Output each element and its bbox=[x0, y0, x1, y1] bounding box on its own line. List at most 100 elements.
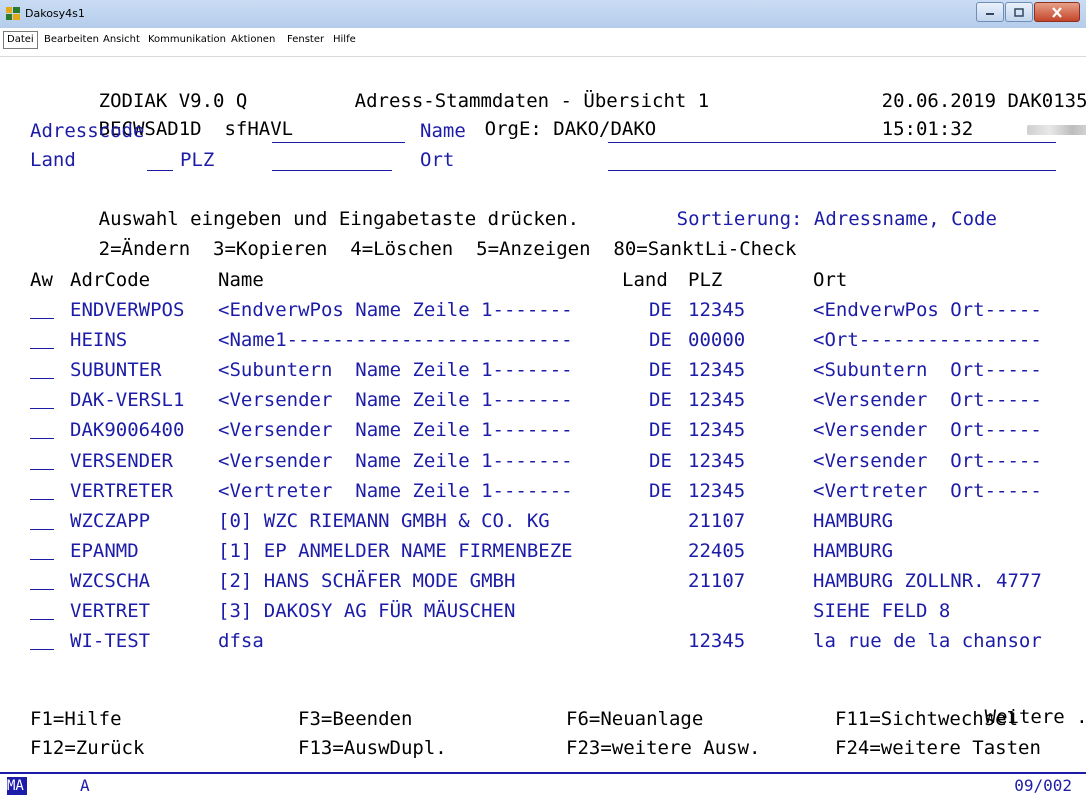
row-ort: <Ort---------------- bbox=[813, 329, 1042, 351]
org-unit: OrgE: DAKO/DAKO bbox=[484, 118, 657, 140]
terminal-window: Dakosy4s1 Datei Bearbeiten Ansicht Kommu… bbox=[0, 0, 1086, 796]
row-ort: HAMBURG ZOLLNR. 4777 bbox=[813, 570, 1042, 592]
land-label: Land bbox=[30, 149, 76, 171]
row-plz: 12345 bbox=[688, 419, 746, 441]
minimize-icon bbox=[986, 13, 994, 15]
menu-ansicht[interactable]: Ansicht bbox=[100, 33, 143, 47]
row-selection-input[interactable] bbox=[30, 619, 54, 620]
row-plz: 12345 bbox=[688, 359, 746, 381]
row-adrcode: SUBUNTER bbox=[70, 359, 162, 381]
title-bar[interactable]: Dakosy4s1 bbox=[0, 0, 1086, 29]
row-name: <Versender Name Zeile 1------- bbox=[218, 450, 573, 472]
fkey-f13[interactable]: F13=AuswDupl. bbox=[298, 737, 447, 759]
row-ort: <Vertreter Ort----- bbox=[813, 480, 1042, 502]
ort-input[interactable] bbox=[608, 170, 1056, 171]
row-adrcode: WZCZAPP bbox=[70, 510, 151, 532]
row-plz: 00000 bbox=[688, 329, 746, 351]
row-land: DE bbox=[649, 389, 672, 411]
fkey-f23[interactable]: F23=weitere Ausw. bbox=[566, 737, 760, 759]
minimize-button[interactable] bbox=[976, 2, 1004, 22]
col-header-ort: Ort bbox=[813, 269, 848, 291]
row-selection-input[interactable] bbox=[30, 499, 54, 500]
row-adrcode: ENDVERWPOS bbox=[70, 299, 185, 321]
menu-hilfe[interactable]: Hilfe bbox=[330, 33, 359, 47]
row-selection-input[interactable] bbox=[30, 348, 54, 349]
action-codes: 2=Ändern 3=Kopieren 4=Löschen 5=Anzeigen… bbox=[98, 238, 797, 260]
row-name: <Versender Name Zeile 1------- bbox=[218, 389, 573, 411]
terminal-screen[interactable]: ZODIAK V9.0 Q Adress-Stammdaten - Übersi… bbox=[0, 57, 1086, 772]
row-adrcode: VERTRET bbox=[70, 600, 151, 622]
close-button[interactable] bbox=[1034, 2, 1080, 22]
row-selection-input[interactable] bbox=[30, 318, 54, 319]
fkey-f6[interactable]: F6=Neuanlage bbox=[566, 708, 703, 730]
row-ort: SIEHE FELD 8 bbox=[813, 600, 951, 622]
row-adrcode: HEINS bbox=[70, 329, 128, 351]
row-name: [2] HANS SCHÄFER MODE GMBH bbox=[218, 570, 516, 592]
row-adrcode: VERTRETER bbox=[70, 480, 173, 502]
col-header-name: Name bbox=[218, 269, 264, 291]
plz-label: PLZ bbox=[180, 149, 215, 171]
menu-bar: Datei Bearbeiten Ansicht Kommunikation A… bbox=[0, 28, 1086, 57]
row-ort: <Versender Ort----- bbox=[813, 419, 1042, 441]
row-selection-input[interactable] bbox=[30, 529, 54, 530]
row-ort: HAMBURG bbox=[813, 510, 894, 532]
row-ort: <Subuntern Ort----- bbox=[813, 359, 1042, 381]
fkey-f24[interactable]: F24=weitere Tasten bbox=[835, 737, 1041, 759]
status-mode: A bbox=[80, 776, 90, 795]
row-land: DE bbox=[649, 329, 672, 351]
row-name: <Versender Name Zeile 1------- bbox=[218, 419, 573, 441]
menu-kommunikation[interactable]: Kommunikation bbox=[145, 33, 229, 47]
row-selection-input[interactable] bbox=[30, 589, 54, 590]
fkey-f1[interactable]: F1=Hilfe bbox=[30, 708, 122, 730]
col-header-aw: Aw bbox=[30, 269, 53, 291]
row-selection-input[interactable] bbox=[30, 649, 54, 650]
fkey-f3[interactable]: F3=Beenden bbox=[298, 708, 412, 730]
fkey-f12[interactable]: F12=Zurück bbox=[30, 737, 144, 759]
row-selection-input[interactable] bbox=[30, 469, 54, 470]
row-name: [0] WZC RIEMANN GMBH & CO. KG bbox=[218, 510, 550, 532]
row-adrcode: DAK9006400 bbox=[70, 419, 185, 441]
row-plz: 12345 bbox=[688, 480, 746, 502]
menu-bearbeiten[interactable]: Bearbeiten bbox=[41, 33, 102, 47]
close-icon bbox=[1052, 6, 1062, 18]
row-plz: 12345 bbox=[688, 389, 746, 411]
row-adrcode: WI-TEST bbox=[70, 630, 151, 652]
col-header-adrcode: AdrCode bbox=[70, 269, 151, 291]
adresscode-input[interactable] bbox=[272, 142, 405, 143]
menu-aktionen[interactable]: Aktionen bbox=[228, 33, 278, 47]
window-title: Dakosy4s1 bbox=[25, 7, 85, 20]
row-land: DE bbox=[649, 480, 672, 502]
row-plz: 22405 bbox=[688, 540, 746, 562]
row-name: <EndverwPos Name Zeile 1------- bbox=[218, 299, 573, 321]
name-input[interactable] bbox=[608, 142, 1056, 143]
menu-datei[interactable]: Datei bbox=[3, 31, 38, 49]
row-plz: 12345 bbox=[688, 299, 746, 321]
plz-input[interactable] bbox=[272, 170, 392, 171]
row-adrcode: WZCSCHA bbox=[70, 570, 151, 592]
row-plz: 12345 bbox=[688, 450, 746, 472]
row-selection-input[interactable] bbox=[30, 559, 54, 560]
fkey-f11[interactable]: F11=Sichtwechsel bbox=[835, 708, 1018, 730]
row-name: [3] DAKOSY AG FÜR MÄUSCHEN bbox=[218, 600, 516, 622]
land-input[interactable] bbox=[147, 170, 173, 171]
adresscode-label: Adresscode bbox=[30, 120, 145, 142]
col-header-plz: PLZ bbox=[688, 269, 723, 291]
row-selection-input[interactable] bbox=[30, 378, 54, 379]
row-ort: <Versender Ort----- bbox=[813, 450, 1042, 472]
row-name: <Subuntern Name Zeile 1------- bbox=[218, 359, 573, 381]
row-land: DE bbox=[649, 419, 672, 441]
row-ort: la rue de la chansor bbox=[813, 630, 1042, 652]
row-selection-input[interactable] bbox=[30, 408, 54, 409]
row-ort: <EndverwPos Ort----- bbox=[813, 299, 1042, 321]
redacted-user bbox=[1026, 124, 1086, 135]
row-plz: 21107 bbox=[688, 510, 746, 532]
maximize-icon bbox=[1014, 7, 1024, 17]
status-cursor-indicator: MA bbox=[7, 777, 27, 795]
status-position: 09/002 bbox=[1014, 776, 1072, 795]
maximize-button[interactable] bbox=[1005, 2, 1033, 22]
row-name: <Vertreter Name Zeile 1------- bbox=[218, 480, 573, 502]
row-selection-input[interactable] bbox=[30, 438, 54, 439]
row-plz: 12345 bbox=[688, 630, 746, 652]
menu-fenster[interactable]: Fenster bbox=[284, 33, 327, 47]
row-land: DE bbox=[649, 450, 672, 472]
